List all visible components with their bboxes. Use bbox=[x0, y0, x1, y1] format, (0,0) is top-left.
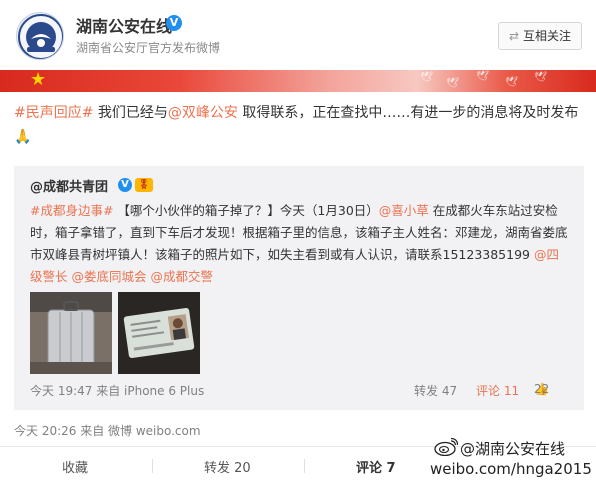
repost-like-count: 22 bbox=[534, 382, 550, 396]
medal-icon: 🎖 bbox=[135, 178, 153, 192]
follow-label: 互相关注 bbox=[523, 29, 572, 43]
repost-mention[interactable]: @娄底同城会 bbox=[72, 269, 147, 284]
star-icon: ★ bbox=[30, 70, 47, 90]
post-text: #民声回应# 我们已经与@双峰公安 取得联系，正在查找中……有进一步的消息将及时… bbox=[14, 101, 584, 149]
verified-icon: V bbox=[166, 15, 182, 31]
post-text-part: 取得联系，正在查找中……有进一步的消息将及时发布 bbox=[237, 105, 579, 121]
dove-icon: 🕊 bbox=[505, 77, 518, 88]
suitcase-image bbox=[30, 292, 112, 374]
repost-text: #成都身边事# 【哪个小伙伴的箱子掉了？】今天（1月30日）@喜小草 在成都火车… bbox=[30, 200, 570, 288]
suitcase-photo[interactable] bbox=[30, 292, 112, 374]
avatar[interactable] bbox=[16, 12, 64, 60]
mutual-follow-button[interactable]: ⇄ 互相关注 bbox=[498, 22, 582, 50]
mutual-follow-icon: ⇄ bbox=[508, 29, 520, 43]
post-text-part: 我们已经与 bbox=[93, 105, 168, 121]
pray-emoji-icon: 🙏 bbox=[14, 129, 32, 145]
verified-icon: V bbox=[118, 178, 132, 192]
weibo-header: 湖南公安在线 V 湖南省公安厅官方发布微博 ⇄ 互相关注 bbox=[0, 0, 596, 70]
repost-user[interactable]: @成都共青团 bbox=[30, 176, 108, 195]
dove-icon: 🕊 bbox=[420, 72, 433, 83]
reposted-weibo[interactable]: @成都共青团 V 🎖 #成都身边事# 【哪个小伙伴的箱子掉了？】今天（1月30日… bbox=[14, 166, 584, 410]
weibo-logo-icon bbox=[434, 438, 458, 456]
post-mention[interactable]: @双峰公安 bbox=[168, 105, 238, 121]
dove-icon: 🕊 bbox=[446, 78, 459, 89]
weibo-watermark: @湖南公安在线 weibo.com/hnga2015 bbox=[430, 436, 594, 484]
account-name[interactable]: 湖南公安在线 bbox=[76, 13, 172, 37]
account-description: 湖南省公安厅官方发布微博 bbox=[76, 41, 221, 55]
forward-button[interactable]: 转发 20 bbox=[152, 457, 251, 476]
repost-forward-count[interactable]: 转发 47 bbox=[414, 382, 457, 399]
profile-banner: ★ 🕊 🕊 🕊 🕊 🕊 bbox=[0, 70, 596, 92]
repost-text-part: 【哪个小伙伴的箱子掉了？】今天（1月30日） bbox=[113, 203, 379, 218]
dove-icon: 🕊 bbox=[534, 72, 547, 83]
repost-timestamp: 今天 19:47 来自 iPhone 6 Plus bbox=[30, 384, 205, 398]
post-hashtag[interactable]: #民声回应# bbox=[14, 105, 93, 121]
repost-mention[interactable]: @喜小草 bbox=[379, 203, 429, 218]
watermark-account: @湖南公安在线 bbox=[460, 440, 566, 458]
police-emblem-icon bbox=[18, 14, 63, 59]
repost-mention[interactable]: @成都交警 bbox=[151, 269, 214, 284]
post-timestamp: 今天 20:26 来自 微博 weibo.com bbox=[14, 424, 201, 438]
comment-button[interactable]: 评论 7 bbox=[304, 457, 396, 476]
collect-button[interactable]: 收藏 bbox=[62, 457, 88, 476]
repost-comment-count[interactable]: 评论 11 bbox=[476, 382, 519, 399]
repost-hashtag[interactable]: #成都身边事# bbox=[30, 203, 113, 218]
id-card-photo[interactable] bbox=[118, 292, 200, 374]
watermark-url: weibo.com/hnga2015 bbox=[430, 460, 592, 478]
dove-icon: 🕊 bbox=[476, 71, 489, 82]
id-card-image bbox=[118, 292, 200, 374]
